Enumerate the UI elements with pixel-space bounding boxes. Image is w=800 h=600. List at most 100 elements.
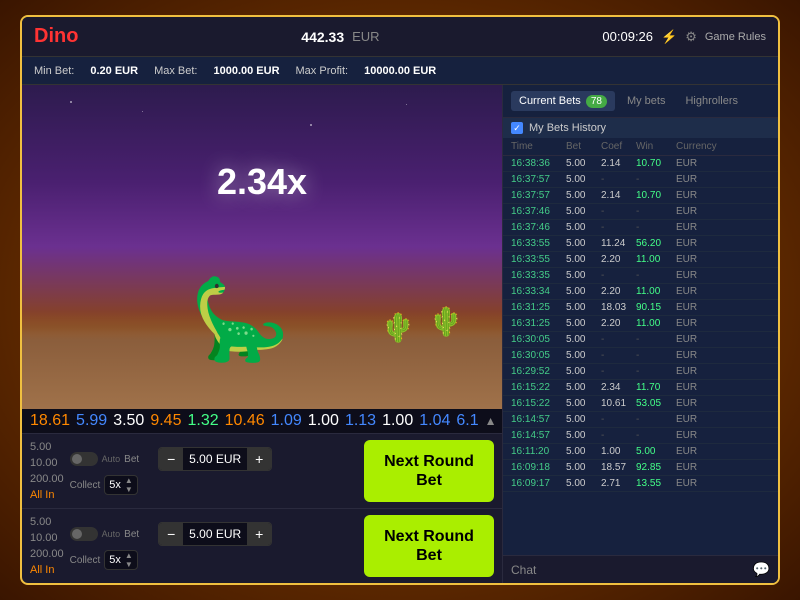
side-val: 5.00 (30, 516, 64, 528)
timer-section: 00:09:26 ⚡ ⚙ Game Rules (602, 29, 766, 45)
auto-label: Auto (102, 454, 121, 464)
table-row: 16:14:575.00--EUR (503, 412, 778, 428)
cell-win: 10.70 (636, 158, 676, 169)
cell-bet: 5.00 (566, 446, 601, 457)
toggle-knob (72, 529, 82, 539)
cell-win: - (636, 350, 676, 361)
main-container: Dino 442.33 EUR 00:09:26 ⚡ ⚙ Game Rules … (20, 15, 780, 585)
side-values-1: 5.00 10.00 200.00 All In (30, 441, 64, 501)
cell-coef: 10.61 (601, 398, 636, 409)
game-rules-link[interactable]: Game Rules (705, 31, 766, 43)
cell-win: - (636, 174, 676, 185)
mult-value: 1.09 (271, 412, 302, 430)
cell-time: 16:15:22 (511, 382, 566, 393)
bet-increase-btn-1[interactable]: + (247, 447, 271, 471)
mult-value: 1.04 (419, 412, 450, 430)
bet-decrease-btn-2[interactable]: − (159, 522, 183, 546)
cell-bet: 5.00 (566, 286, 601, 297)
cell-win: 13.55 (636, 478, 676, 489)
cell-win: - (636, 430, 676, 441)
multiplier-bar: 18.61 5.99 3.50 9.45 1.32 10.46 1.09 1.0… (22, 409, 502, 433)
settings-icon[interactable]: ⚙ (685, 29, 697, 45)
cell-time: 16:37:46 (511, 222, 566, 233)
cell-coef: - (601, 366, 636, 377)
cell-time: 16:33:55 (511, 254, 566, 265)
bet-label: Bet (124, 529, 154, 540)
cell-coef: 2.14 (601, 190, 636, 201)
cell-bet: 5.00 (566, 158, 601, 169)
table-row: 16:33:345.002.2011.00EUR (503, 284, 778, 300)
collect-input-2: 5x ▲ ▼ (104, 550, 138, 570)
history-checkbox[interactable]: ✓ (511, 122, 523, 134)
min-bet-value: 0.20 EUR (90, 65, 138, 77)
tab-highrollers[interactable]: Highrollers (677, 91, 746, 111)
tab-my-bets[interactable]: My bets (619, 91, 674, 111)
bet-increase-btn-2[interactable]: + (247, 522, 271, 546)
collect-arrows-2[interactable]: ▲ ▼ (125, 552, 133, 569)
signal-icon: ⚡ (661, 29, 677, 45)
mult-value: 5.99 (76, 412, 107, 430)
right-panel: Current Bets 78 My bets Highrollers ✓ My… (502, 85, 778, 583)
cell-currency: EUR (676, 446, 721, 457)
cell-time: 16:37:46 (511, 206, 566, 217)
collect-arrows-1[interactable]: ▲ ▼ (125, 477, 133, 494)
cell-win: - (636, 334, 676, 345)
side-val: 200.00 (30, 548, 64, 560)
cell-currency: EUR (676, 350, 721, 361)
cactus-icon: 🌵 (429, 305, 464, 338)
cell-win: - (636, 222, 676, 233)
max-bet-value: 1000.00 EUR (213, 65, 279, 77)
cell-currency: EUR (676, 302, 721, 313)
max-bet-label: Max Bet: (154, 65, 197, 77)
table-row: 16:29:525.00--EUR (503, 364, 778, 380)
collect-row-2: Collect 5x ▲ ▼ (70, 550, 358, 570)
mult-value: 6.1 (456, 412, 478, 430)
mult-value: 10.46 (225, 412, 265, 430)
cell-time: 16:15:22 (511, 398, 566, 409)
tab-current-bets[interactable]: Current Bets 78 (511, 91, 615, 111)
cell-time: 16:37:57 (511, 190, 566, 201)
multiplier-display: 2.34x (217, 161, 307, 203)
cell-coef: 2.20 (601, 318, 636, 329)
chat-icon: 💬 (753, 561, 770, 578)
header: Dino 442.33 EUR 00:09:26 ⚡ ⚙ Game Rules (22, 17, 778, 57)
side-val: 10.00 (30, 457, 64, 469)
cactus-icon: 🌵 (381, 311, 416, 344)
star (406, 104, 407, 105)
scroll-up-icon[interactable]: ▲ (485, 414, 497, 428)
cell-coef: - (601, 206, 636, 217)
mult-value: 1.00 (308, 412, 339, 430)
auto-toggle-2[interactable] (70, 527, 98, 541)
cell-bet: 5.00 (566, 222, 601, 233)
cell-currency: EUR (676, 430, 721, 441)
table-row: 16:14:575.00--EUR (503, 428, 778, 444)
cell-time: 16:33:55 (511, 238, 566, 249)
cell-coef: - (601, 270, 636, 281)
table-row: 16:30:055.00--EUR (503, 332, 778, 348)
cell-coef: 2.20 (601, 286, 636, 297)
side-val: 200.00 (30, 473, 64, 485)
bet-amount-1: 5.00 EUR (183, 452, 247, 466)
table-row: 16:37:575.00--EUR (503, 172, 778, 188)
arrow-down-icon: ▼ (125, 561, 133, 569)
bet-decrease-btn-1[interactable]: − (159, 447, 183, 471)
cell-time: 16:09:18 (511, 462, 566, 473)
cell-coef: - (601, 174, 636, 185)
bet-input-group-1: − 5.00 EUR + (158, 447, 272, 471)
table-row: 16:30:055.00--EUR (503, 348, 778, 364)
cell-bet: 5.00 (566, 318, 601, 329)
tabs: Current Bets 78 My bets Highrollers (503, 85, 778, 118)
next-round-btn-1[interactable]: Next Round Bet (364, 440, 494, 502)
cell-currency: EUR (676, 478, 721, 489)
side-val: All In (30, 564, 64, 576)
table-row: 16:33:555.0011.2456.20EUR (503, 236, 778, 252)
cell-currency: EUR (676, 318, 721, 329)
next-round-btn-2[interactable]: Next Round Bet (364, 515, 494, 577)
cell-coef: 11.24 (601, 238, 636, 249)
cell-time: 16:30:05 (511, 350, 566, 361)
cell-time: 16:11:20 (511, 446, 566, 457)
cell-coef: 18.57 (601, 462, 636, 473)
auto-toggle-1[interactable] (70, 452, 98, 466)
cell-coef: 2.71 (601, 478, 636, 489)
cell-win: 90.15 (636, 302, 676, 313)
